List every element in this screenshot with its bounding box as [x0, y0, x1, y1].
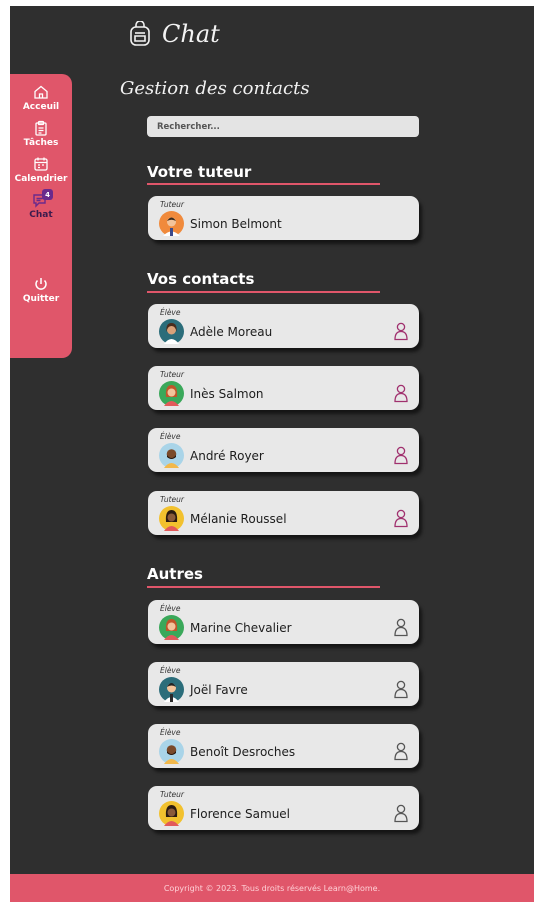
- search-input[interactable]: [147, 116, 419, 137]
- sidebar-item-chat[interactable]: 4 Chat: [10, 189, 72, 220]
- contact-card[interactable]: Tuteur Florence Samuel: [148, 786, 419, 830]
- contact-role: Élève: [160, 666, 181, 675]
- footer-copyright: Copyright © 2023. Tous droits réservés L…: [163, 883, 381, 893]
- contact-card[interactable]: Élève Marine Chevalier: [148, 600, 419, 644]
- section-divider: [147, 183, 380, 185]
- person-icon[interactable]: [393, 804, 409, 823]
- contact-name: André Royer: [190, 449, 264, 463]
- person-icon[interactable]: [393, 680, 409, 699]
- avatar: [159, 319, 184, 344]
- chat-icon-wrap: 4: [32, 189, 53, 208]
- sidebar-item-label: Tâches: [23, 138, 59, 148]
- chat-badge: 4: [42, 189, 53, 200]
- app-title: Chat: [128, 20, 220, 48]
- calendar-icon: [34, 157, 48, 171]
- avatar: [159, 381, 184, 406]
- contact-name: Inès Salmon: [190, 387, 264, 401]
- contact-name: Florence Samuel: [190, 807, 291, 821]
- contact-card[interactable]: Élève Adèle Moreau: [148, 304, 419, 348]
- page-title: Gestion des contacts: [120, 78, 310, 99]
- person-icon[interactable]: [393, 742, 409, 761]
- sidebar-item-label: Quitter: [22, 294, 60, 304]
- contact-role: Tuteur: [160, 370, 184, 379]
- top-bar: Chat: [10, 6, 534, 66]
- footer: Copyright © 2023. Tous droits réservés L…: [10, 874, 534, 902]
- sidebar-item-taches[interactable]: Tâches: [10, 120, 72, 148]
- contact-name: Marine Chevalier: [190, 621, 292, 635]
- person-icon[interactable]: [393, 509, 409, 528]
- sidebar-item-label: Acceuil: [22, 102, 60, 112]
- sidebar-item-label: Calendrier: [14, 174, 68, 184]
- contact-card[interactable]: Élève Joël Favre: [148, 662, 419, 706]
- backpack-icon: [130, 21, 150, 46]
- section-title-contacts: Vos contacts: [147, 270, 255, 288]
- avatar: [159, 801, 184, 826]
- person-icon[interactable]: [393, 322, 409, 341]
- section-divider: [147, 291, 380, 293]
- contact-card[interactable]: Élève Benoît Desroches: [148, 724, 419, 768]
- contact-card[interactable]: Tuteur Mélanie Roussel: [148, 491, 419, 535]
- contact-role: Tuteur: [160, 790, 184, 799]
- app-window: Chat Acceuil Tâches Calendrier 4 Chat Qu…: [10, 6, 534, 902]
- contact-role: Élève: [160, 432, 181, 441]
- contact-card[interactable]: Tuteur Simon Belmont: [148, 196, 419, 240]
- avatar: [159, 677, 184, 702]
- contact-name: Joël Favre: [190, 683, 248, 697]
- avatar: [159, 615, 184, 640]
- avatar: [159, 506, 184, 531]
- contact-role: Élève: [160, 308, 181, 317]
- contact-role: Élève: [160, 604, 181, 613]
- sidebar-item-calendrier[interactable]: Calendrier: [10, 156, 72, 184]
- home-icon: [34, 85, 48, 99]
- avatar: [159, 443, 184, 468]
- contact-name: Mélanie Roussel: [190, 512, 287, 526]
- contact-card[interactable]: Élève André Royer: [148, 428, 419, 472]
- section-divider: [147, 586, 380, 588]
- sidebar-item-acceuil[interactable]: Acceuil: [10, 84, 72, 112]
- person-icon[interactable]: [393, 384, 409, 403]
- section-title-tutor: Votre tuteur: [147, 163, 252, 181]
- sidebar-item-quitter[interactable]: Quitter: [10, 276, 72, 304]
- person-icon[interactable]: [393, 446, 409, 465]
- contact-role: Tuteur: [160, 200, 184, 209]
- power-icon: [35, 278, 47, 290]
- person-icon[interactable]: [393, 618, 409, 637]
- app-title-text: Chat: [162, 20, 220, 48]
- contact-role: Tuteur: [160, 495, 184, 504]
- clipboard-icon: [35, 120, 47, 136]
- avatar: [159, 211, 184, 236]
- sidebar: Acceuil Tâches Calendrier 4 Chat Quitter: [10, 74, 72, 358]
- avatar: [159, 739, 184, 764]
- contact-name: Adèle Moreau: [190, 325, 273, 339]
- contact-name: Benoît Desroches: [190, 745, 296, 759]
- section-title-others: Autres: [147, 565, 203, 583]
- contact-name: Simon Belmont: [190, 217, 282, 231]
- contact-role: Élève: [160, 728, 181, 737]
- contact-card[interactable]: Tuteur Inès Salmon: [148, 366, 419, 410]
- sidebar-item-label: Chat: [29, 210, 53, 220]
